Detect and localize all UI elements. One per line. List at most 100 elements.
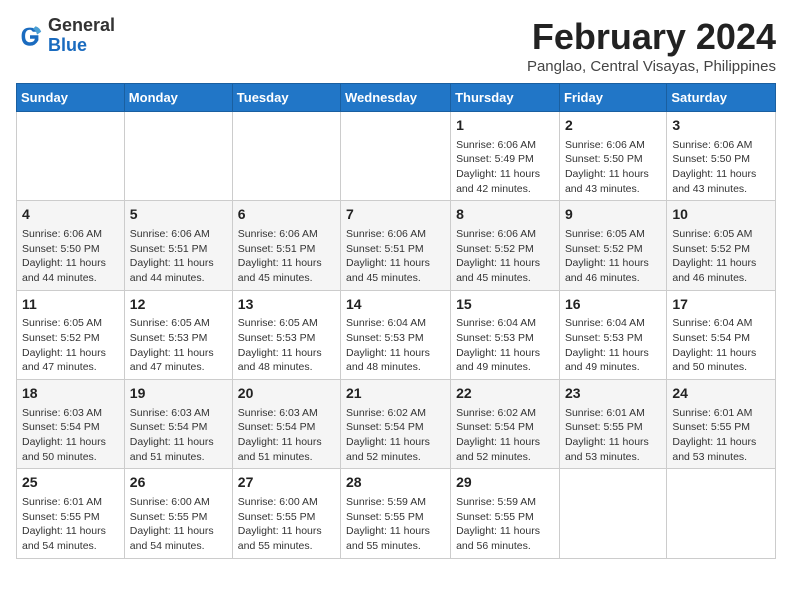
day-info: Sunrise: 6:06 AM Sunset: 5:49 PM Dayligh… [456, 138, 554, 197]
calendar-cell: 24Sunrise: 6:01 AM Sunset: 5:55 PM Dayli… [667, 380, 776, 469]
day-info: Sunrise: 6:04 AM Sunset: 5:54 PM Dayligh… [672, 316, 770, 375]
title-area: February 2024 Panglao, Central Visayas, … [527, 16, 776, 75]
day-info: Sunrise: 6:06 AM Sunset: 5:51 PM Dayligh… [346, 227, 445, 286]
calendar-cell: 8Sunrise: 6:06 AM Sunset: 5:52 PM Daylig… [451, 201, 560, 290]
calendar-cell: 11Sunrise: 6:05 AM Sunset: 5:52 PM Dayli… [17, 290, 125, 379]
day-info: Sunrise: 6:05 AM Sunset: 5:52 PM Dayligh… [672, 227, 770, 286]
day-info: Sunrise: 6:05 AM Sunset: 5:53 PM Dayligh… [130, 316, 227, 375]
day-info: Sunrise: 6:06 AM Sunset: 5:51 PM Dayligh… [238, 227, 335, 286]
day-info: Sunrise: 6:01 AM Sunset: 5:55 PM Dayligh… [22, 495, 119, 554]
day-info: Sunrise: 6:06 AM Sunset: 5:50 PM Dayligh… [565, 138, 661, 197]
day-number: 23 [565, 384, 661, 404]
day-number: 5 [130, 205, 227, 225]
day-number: 26 [130, 473, 227, 493]
calendar-cell [667, 469, 776, 558]
calendar-cell: 9Sunrise: 6:05 AM Sunset: 5:52 PM Daylig… [559, 201, 666, 290]
calendar-cell: 26Sunrise: 6:00 AM Sunset: 5:55 PM Dayli… [124, 469, 232, 558]
calendar-cell [17, 112, 125, 201]
col-header-wednesday: Wednesday [341, 84, 451, 112]
day-number: 18 [22, 384, 119, 404]
day-info: Sunrise: 6:06 AM Sunset: 5:50 PM Dayligh… [672, 138, 770, 197]
day-info: Sunrise: 5:59 AM Sunset: 5:55 PM Dayligh… [346, 495, 445, 554]
calendar-cell: 16Sunrise: 6:04 AM Sunset: 5:53 PM Dayli… [559, 290, 666, 379]
day-number: 19 [130, 384, 227, 404]
day-number: 16 [565, 295, 661, 315]
day-number: 11 [22, 295, 119, 315]
col-header-tuesday: Tuesday [232, 84, 340, 112]
day-number: 4 [22, 205, 119, 225]
day-number: 3 [672, 116, 770, 136]
day-info: Sunrise: 6:04 AM Sunset: 5:53 PM Dayligh… [456, 316, 554, 375]
day-info: Sunrise: 6:05 AM Sunset: 5:53 PM Dayligh… [238, 316, 335, 375]
day-number: 13 [238, 295, 335, 315]
day-number: 1 [456, 116, 554, 136]
calendar-table: SundayMondayTuesdayWednesdayThursdayFrid… [16, 83, 776, 559]
day-info: Sunrise: 6:06 AM Sunset: 5:50 PM Dayligh… [22, 227, 119, 286]
col-header-thursday: Thursday [451, 84, 560, 112]
day-number: 29 [456, 473, 554, 493]
calendar-cell: 25Sunrise: 6:01 AM Sunset: 5:55 PM Dayli… [17, 469, 125, 558]
calendar-cell: 12Sunrise: 6:05 AM Sunset: 5:53 PM Dayli… [124, 290, 232, 379]
calendar-cell: 20Sunrise: 6:03 AM Sunset: 5:54 PM Dayli… [232, 380, 340, 469]
day-info: Sunrise: 6:05 AM Sunset: 5:52 PM Dayligh… [565, 227, 661, 286]
calendar-cell: 3Sunrise: 6:06 AM Sunset: 5:50 PM Daylig… [667, 112, 776, 201]
calendar-cell: 7Sunrise: 6:06 AM Sunset: 5:51 PM Daylig… [341, 201, 451, 290]
calendar-cell: 15Sunrise: 6:04 AM Sunset: 5:53 PM Dayli… [451, 290, 560, 379]
day-number: 10 [672, 205, 770, 225]
calendar-cell: 22Sunrise: 6:02 AM Sunset: 5:54 PM Dayli… [451, 380, 560, 469]
day-info: Sunrise: 6:04 AM Sunset: 5:53 PM Dayligh… [346, 316, 445, 375]
day-info: Sunrise: 6:06 AM Sunset: 5:51 PM Dayligh… [130, 227, 227, 286]
day-number: 8 [456, 205, 554, 225]
day-info: Sunrise: 6:03 AM Sunset: 5:54 PM Dayligh… [238, 406, 335, 465]
day-info: Sunrise: 6:00 AM Sunset: 5:55 PM Dayligh… [130, 495, 227, 554]
day-info: Sunrise: 6:04 AM Sunset: 5:53 PM Dayligh… [565, 316, 661, 375]
day-number: 14 [346, 295, 445, 315]
day-number: 17 [672, 295, 770, 315]
day-number: 9 [565, 205, 661, 225]
day-info: Sunrise: 5:59 AM Sunset: 5:55 PM Dayligh… [456, 495, 554, 554]
day-number: 21 [346, 384, 445, 404]
col-header-sunday: Sunday [17, 84, 125, 112]
day-number: 25 [22, 473, 119, 493]
day-info: Sunrise: 6:00 AM Sunset: 5:55 PM Dayligh… [238, 495, 335, 554]
col-header-saturday: Saturday [667, 84, 776, 112]
day-number: 20 [238, 384, 335, 404]
calendar-subtitle: Panglao, Central Visayas, Philippines [527, 58, 776, 75]
day-info: Sunrise: 6:05 AM Sunset: 5:52 PM Dayligh… [22, 316, 119, 375]
calendar-cell: 21Sunrise: 6:02 AM Sunset: 5:54 PM Dayli… [341, 380, 451, 469]
day-number: 22 [456, 384, 554, 404]
col-header-monday: Monday [124, 84, 232, 112]
calendar-cell [232, 112, 340, 201]
calendar-cell: 2Sunrise: 6:06 AM Sunset: 5:50 PM Daylig… [559, 112, 666, 201]
day-number: 28 [346, 473, 445, 493]
calendar-cell: 4Sunrise: 6:06 AM Sunset: 5:50 PM Daylig… [17, 201, 125, 290]
day-info: Sunrise: 6:01 AM Sunset: 5:55 PM Dayligh… [565, 406, 661, 465]
calendar-cell: 29Sunrise: 5:59 AM Sunset: 5:55 PM Dayli… [451, 469, 560, 558]
calendar-cell: 28Sunrise: 5:59 AM Sunset: 5:55 PM Dayli… [341, 469, 451, 558]
calendar-cell: 14Sunrise: 6:04 AM Sunset: 5:53 PM Dayli… [341, 290, 451, 379]
day-number: 24 [672, 384, 770, 404]
day-number: 27 [238, 473, 335, 493]
logo-blue: Blue [48, 36, 115, 56]
calendar-cell: 13Sunrise: 6:05 AM Sunset: 5:53 PM Dayli… [232, 290, 340, 379]
calendar-cell: 27Sunrise: 6:00 AM Sunset: 5:55 PM Dayli… [232, 469, 340, 558]
calendar-title: February 2024 [527, 16, 776, 58]
calendar-cell: 19Sunrise: 6:03 AM Sunset: 5:54 PM Dayli… [124, 380, 232, 469]
calendar-cell [124, 112, 232, 201]
calendar-cell: 18Sunrise: 6:03 AM Sunset: 5:54 PM Dayli… [17, 380, 125, 469]
day-number: 12 [130, 295, 227, 315]
day-info: Sunrise: 6:03 AM Sunset: 5:54 PM Dayligh… [130, 406, 227, 465]
logo-general: General [48, 16, 115, 36]
calendar-cell: 10Sunrise: 6:05 AM Sunset: 5:52 PM Dayli… [667, 201, 776, 290]
day-info: Sunrise: 6:02 AM Sunset: 5:54 PM Dayligh… [456, 406, 554, 465]
col-header-friday: Friday [559, 84, 666, 112]
calendar-cell: 5Sunrise: 6:06 AM Sunset: 5:51 PM Daylig… [124, 201, 232, 290]
day-info: Sunrise: 6:02 AM Sunset: 5:54 PM Dayligh… [346, 406, 445, 465]
calendar-cell [341, 112, 451, 201]
day-number: 15 [456, 295, 554, 315]
day-number: 7 [346, 205, 445, 225]
day-number: 2 [565, 116, 661, 136]
day-info: Sunrise: 6:06 AM Sunset: 5:52 PM Dayligh… [456, 227, 554, 286]
day-info: Sunrise: 6:03 AM Sunset: 5:54 PM Dayligh… [22, 406, 119, 465]
calendar-cell: 1Sunrise: 6:06 AM Sunset: 5:49 PM Daylig… [451, 112, 560, 201]
